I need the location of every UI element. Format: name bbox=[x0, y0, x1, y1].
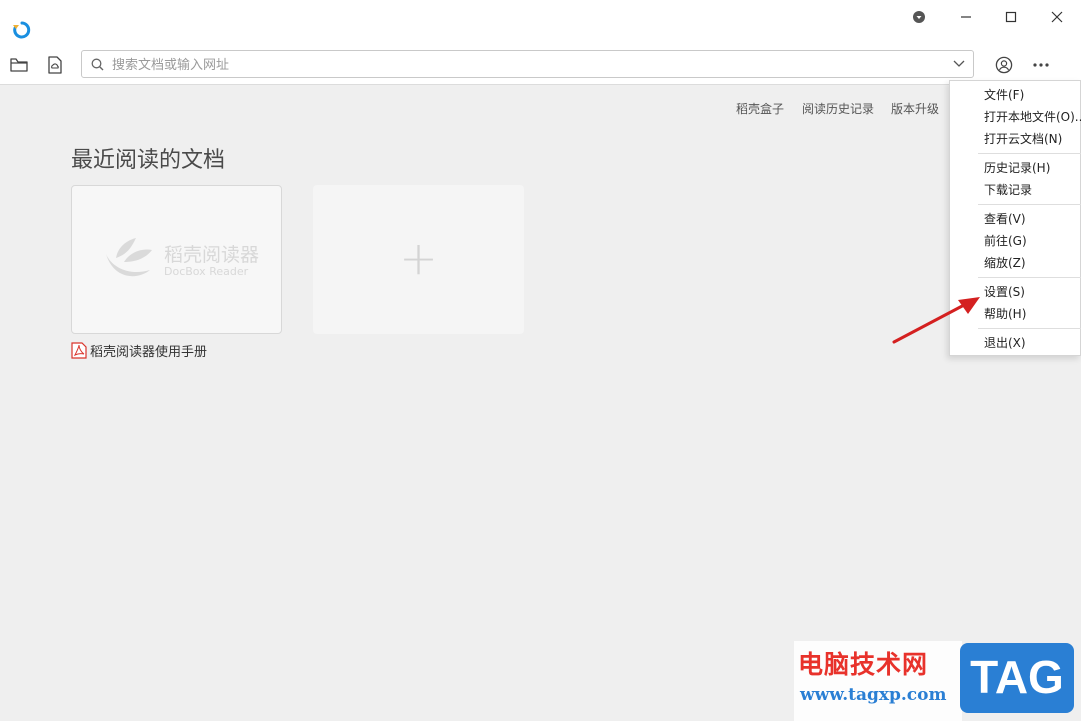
menu-item-help[interactable]: 帮助(H) bbox=[984, 305, 1026, 322]
docbox-logo-cn: 稻壳阅读器 bbox=[164, 244, 260, 266]
search-box[interactable] bbox=[81, 50, 974, 78]
pdf-file-icon bbox=[71, 342, 87, 359]
menu-item-view[interactable]: 查看(V) bbox=[984, 210, 1026, 227]
docbox-store-link[interactable]: 稻壳盒子 bbox=[736, 100, 784, 117]
watermark: 电脑技术网 www.tagxp.com TAG bbox=[794, 641, 1081, 721]
menu-item-downloads[interactable]: 下载记录 bbox=[984, 181, 1032, 198]
docbox-logo-en: DocBox Reader bbox=[164, 265, 249, 278]
menu-separator bbox=[978, 153, 1081, 154]
watermark-site-cn: 电脑技术网 bbox=[798, 650, 929, 679]
toolbar bbox=[0, 46, 1081, 85]
menu-separator bbox=[978, 277, 1081, 278]
chevron-down-icon[interactable] bbox=[953, 60, 965, 68]
menu-item-goto[interactable]: 前往(G) bbox=[984, 232, 1027, 249]
version-upgrade-link[interactable]: 版本升级 bbox=[891, 100, 939, 117]
recent-doc-card[interactable]: 稻壳阅读器 DocBox Reader bbox=[71, 185, 282, 334]
menu-item-history[interactable]: 历史记录(H) bbox=[984, 159, 1050, 176]
search-icon bbox=[91, 58, 104, 71]
menu-item-open-local[interactable]: 打开本地文件(O).. bbox=[984, 108, 1081, 125]
docbox-logo-icon bbox=[106, 238, 152, 277]
cloud-document-icon[interactable] bbox=[44, 54, 66, 76]
add-document-button[interactable]: + bbox=[313, 185, 524, 334]
folder-icon[interactable] bbox=[8, 54, 30, 76]
minimize-button[interactable] bbox=[946, 4, 986, 30]
menu-item-exit[interactable]: 退出(X) bbox=[984, 334, 1026, 351]
user-account-icon[interactable] bbox=[993, 54, 1015, 76]
menu-item-settings[interactable]: 设置(S) bbox=[984, 283, 1025, 300]
recent-doc-name: 稻壳阅读器使用手册 bbox=[90, 345, 208, 360]
maximize-button[interactable] bbox=[991, 4, 1031, 30]
reading-history-link[interactable]: 阅读历史记录 bbox=[802, 100, 874, 117]
app-logo-icon bbox=[13, 21, 31, 39]
menu-item-open-cloud[interactable]: 打开云文档(N) bbox=[984, 130, 1062, 147]
watermark-url: www.tagxp.com bbox=[800, 685, 947, 705]
menu-separator bbox=[978, 204, 1081, 205]
dropdown-circle-icon[interactable] bbox=[899, 4, 939, 30]
recent-doc-item[interactable]: 稻壳阅读器使用手册 bbox=[71, 341, 207, 360]
close-button[interactable] bbox=[1037, 4, 1077, 30]
recent-docs-title: 最近阅读的文档 bbox=[71, 148, 226, 173]
menu-item-file[interactable]: 文件(F) bbox=[984, 86, 1024, 103]
search-input[interactable] bbox=[110, 54, 944, 76]
menu-separator bbox=[978, 328, 1081, 329]
plus-icon: + bbox=[399, 231, 438, 285]
annotation-arrow-icon bbox=[892, 297, 980, 344]
title-bar bbox=[0, 0, 1081, 46]
menu-item-zoom[interactable]: 缩放(Z) bbox=[984, 254, 1026, 271]
more-menu-icon[interactable] bbox=[1030, 54, 1052, 76]
watermark-tag-logo: TAG bbox=[970, 651, 1064, 703]
